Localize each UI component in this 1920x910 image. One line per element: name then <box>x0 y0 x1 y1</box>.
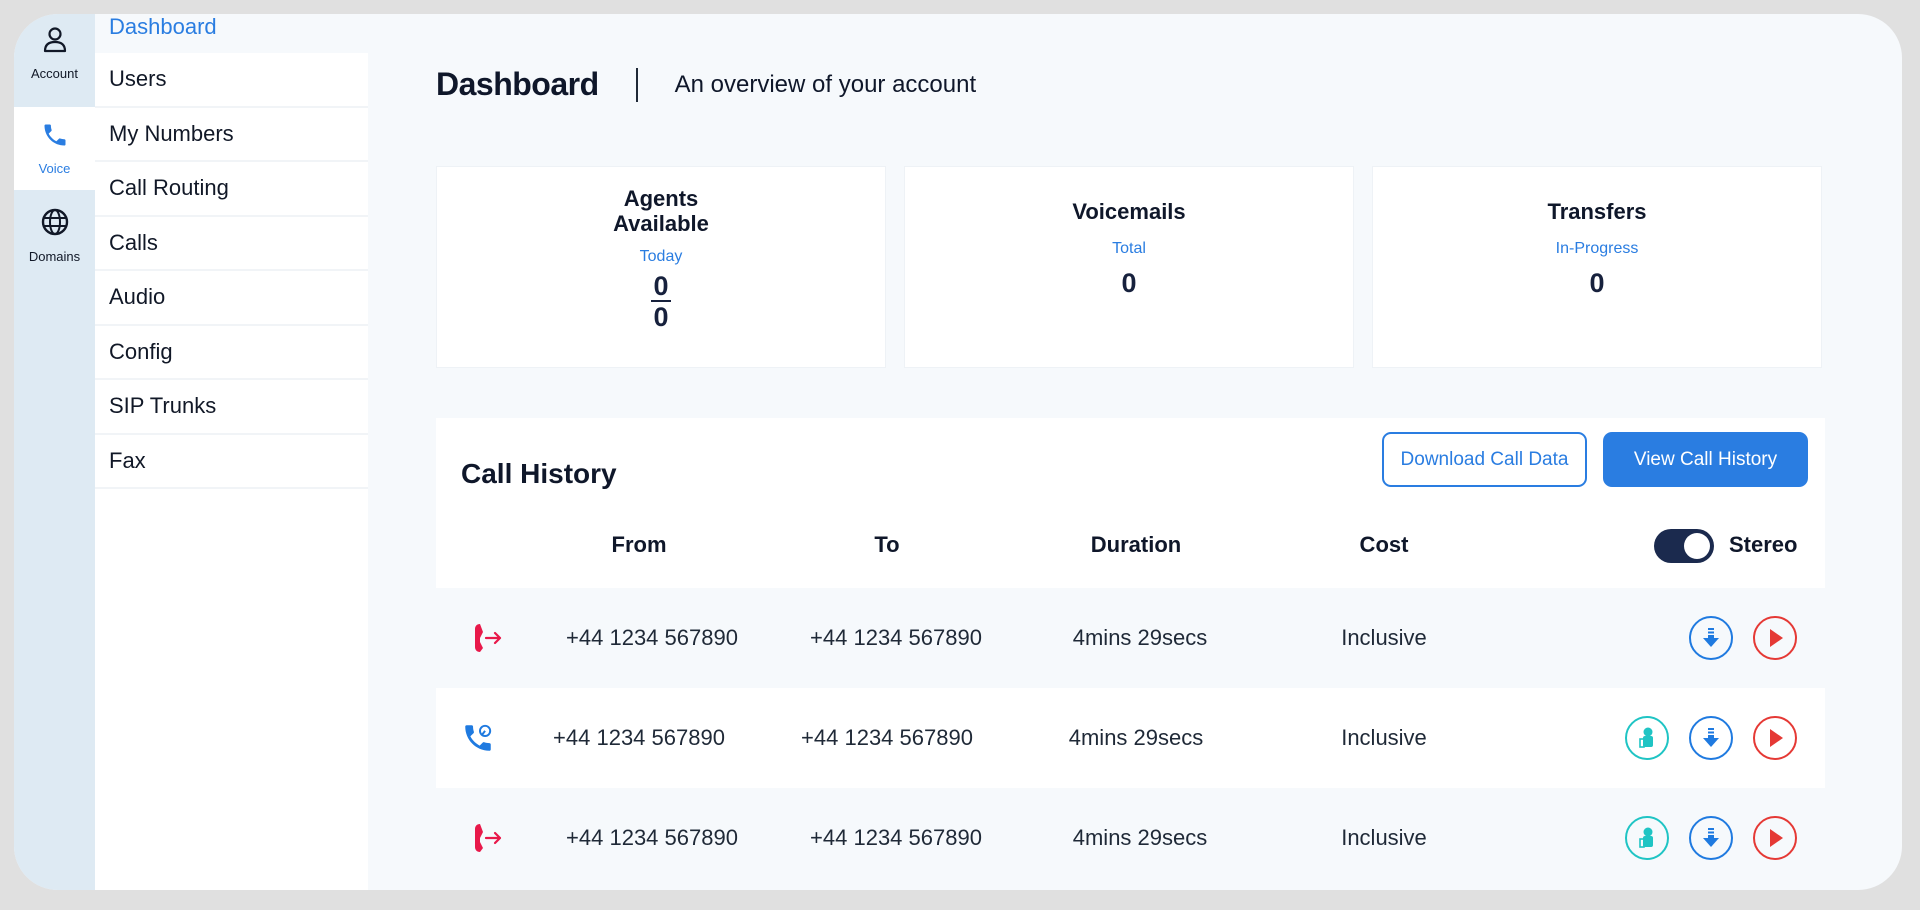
call-duration: 4mins 29secs <box>1072 825 1208 850</box>
stat-title: Transfers <box>1547 199 1647 224</box>
stereo-label: Stereo <box>1729 532 1798 557</box>
table-row: +44 1234 567890 +44 1234 567890 4mins 29… <box>436 688 1825 788</box>
voicemails-count: 0 <box>1121 268 1137 298</box>
subnav-item-calls[interactable]: Calls <box>95 217 368 271</box>
agents-total-count: 0 <box>653 302 669 332</box>
column-header-to[interactable]: To <box>874 532 899 558</box>
subnav-item-users[interactable]: Users <box>95 53 368 108</box>
stat-title: Agents Available <box>613 186 709 236</box>
play-recording-button[interactable] <box>1753 816 1797 860</box>
globe-icon <box>40 207 70 242</box>
call-duration: 4mins 29secs <box>1068 725 1204 750</box>
stereo-toggle[interactable] <box>1654 529 1714 563</box>
subnav-item-audio[interactable]: Audio <box>95 271 368 326</box>
stats-cards: Agents Available Today 0 0 Voicemails To… <box>436 166 1822 368</box>
play-recording-button[interactable] <box>1753 716 1797 760</box>
transcript-button[interactable] <box>1625 716 1669 760</box>
agents-fraction: 0 0 <box>651 271 671 332</box>
download-icon <box>1703 728 1719 747</box>
call-from: +44 1234 567890 <box>553 725 725 750</box>
stat-title-line: Agents <box>623 186 699 211</box>
stat-subtitle: Total <box>1112 240 1146 257</box>
call-duration: 4mins 29secs <box>1072 625 1208 650</box>
header-divider <box>635 67 638 102</box>
page-header: Dashboard An overview of your account <box>436 66 976 103</box>
column-header-duration[interactable]: Duration <box>1091 532 1181 558</box>
inbound-call-icon <box>461 721 495 755</box>
call-history-panel: Call History Download Call Data View Cal… <box>436 418 1825 888</box>
transfers-count: 0 <box>1589 268 1605 298</box>
play-icon <box>1770 829 1783 847</box>
call-from: +44 1234 567890 <box>566 825 738 850</box>
subnav-item-dashboard[interactable]: Dashboard <box>95 14 368 53</box>
page-title: Dashboard <box>436 66 599 102</box>
stat-subtitle: In-Progress <box>1555 240 1639 257</box>
subnav-item-config[interactable]: Config <box>95 326 368 380</box>
download-icon <box>1703 828 1719 847</box>
app-window: Account Voice Domains Dashboard Users My… <box>14 14 1902 890</box>
call-cost: Inclusive <box>1341 625 1427 650</box>
subnav-item-fax[interactable]: Fax <box>95 435 368 489</box>
call-to: +44 1234 567890 <box>810 825 982 850</box>
download-recording-button[interactable] <box>1689 716 1733 760</box>
voicemails-card: Voicemails Total 0 <box>904 166 1354 368</box>
transfers-card: Transfers In-Progress 0 <box>1372 166 1822 368</box>
play-recording-button[interactable] <box>1753 616 1797 660</box>
call-from: +44 1234 567890 <box>566 625 738 650</box>
voice-subnav: Dashboard Users My Numbers Call Routing … <box>95 14 368 890</box>
table-row: +44 1234 567890 +44 1234 567890 4mins 29… <box>436 788 1825 888</box>
call-history-rows: +44 1234 567890 +44 1234 567890 4mins 29… <box>436 588 1825 888</box>
view-call-history-button[interactable]: View Call History <box>1603 432 1808 487</box>
toggle-knob <box>1684 533 1710 559</box>
icon-rail: Account Voice Domains <box>14 14 95 890</box>
download-call-data-button[interactable]: Download Call Data <box>1382 432 1587 487</box>
subnav-item-call-routing[interactable]: Call Routing <box>95 162 368 217</box>
table-row: +44 1234 567890 +44 1234 567890 4mins 29… <box>436 588 1825 688</box>
stat-title: Voicemails <box>1072 199 1186 224</box>
download-recording-button[interactable] <box>1689 616 1733 660</box>
call-to: +44 1234 567890 <box>801 725 973 750</box>
rail-item-domains[interactable]: Domains <box>14 204 95 284</box>
call-history-title: Call History <box>461 458 617 489</box>
column-header-cost[interactable]: Cost <box>1360 532 1409 558</box>
stat-title-line: Available <box>613 211 709 236</box>
call-history-header: Call History Download Call Data View Cal… <box>436 418 1825 588</box>
column-header-from[interactable]: From <box>612 532 667 558</box>
main-content: Dashboard An overview of your account Ag… <box>368 14 1902 890</box>
rail-label: Voice <box>38 161 71 176</box>
subnav-list: Users My Numbers Call Routing Calls Audi… <box>95 53 368 489</box>
agents-available-count: 0 <box>651 271 671 302</box>
call-to: +44 1234 567890 <box>810 625 982 650</box>
rail-item-voice[interactable]: Voice <box>14 107 95 190</box>
call-cost: Inclusive <box>1341 825 1427 850</box>
rail-item-account[interactable]: Account <box>14 14 95 107</box>
play-icon <box>1770 729 1783 747</box>
subnav-item-my-numbers[interactable]: My Numbers <box>95 108 368 162</box>
user-icon <box>42 26 68 59</box>
play-icon <box>1770 629 1783 647</box>
rail-label: Account <box>31 66 78 81</box>
phone-icon <box>41 121 69 154</box>
transcript-button[interactable] <box>1625 816 1669 860</box>
download-recording-button[interactable] <box>1689 816 1733 860</box>
stat-subtitle: Today <box>639 248 683 265</box>
subnav-item-sip-trunks[interactable]: SIP Trunks <box>95 380 368 435</box>
agents-available-card: Agents Available Today 0 0 <box>436 166 886 368</box>
download-icon <box>1703 628 1719 647</box>
voicemail-person-icon <box>1639 827 1653 848</box>
page-subtitle: An overview of your account <box>674 70 977 98</box>
outbound-call-icon <box>471 821 505 855</box>
call-cost: Inclusive <box>1341 725 1427 750</box>
voicemail-person-icon <box>1639 727 1653 748</box>
rail-label: Domains <box>28 249 81 264</box>
outbound-call-icon <box>471 621 505 655</box>
